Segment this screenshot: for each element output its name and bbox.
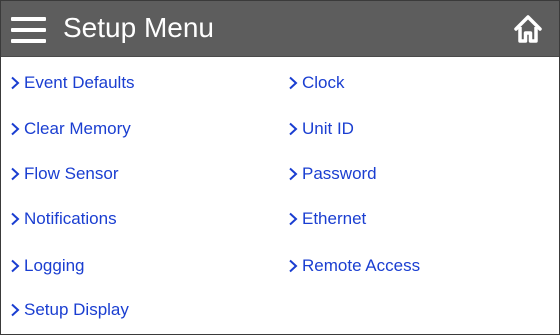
menu-item-label: Setup Display [24, 300, 129, 319]
menu-item-remote-access[interactable]: Remote Access [288, 255, 420, 277]
menu-item-setup-display[interactable]: Setup Display [10, 299, 129, 321]
chevron-right-icon [11, 259, 20, 273]
menu-item-clear-memory[interactable]: Clear Memory [10, 118, 131, 140]
menu-item-label: Event Defaults [24, 73, 135, 92]
menu-item-password[interactable]: Password [288, 163, 377, 185]
menu-item-label: Password [302, 164, 377, 183]
home-icon[interactable] [513, 14, 543, 44]
menu-item-label: Notifications [24, 209, 117, 228]
menu-item-label: Clock [302, 73, 345, 92]
hamburger-menu-icon[interactable] [11, 17, 46, 43]
chevron-right-icon [289, 167, 298, 181]
chevron-right-icon [289, 76, 298, 90]
page-title: Setup Menu [63, 12, 214, 43]
menu-item-label: Ethernet [302, 209, 367, 228]
chevron-right-icon [289, 212, 298, 226]
chevron-right-icon [11, 303, 20, 317]
menu-item-event-defaults[interactable]: Event Defaults [10, 72, 135, 94]
menu-item-label: Remote Access [302, 256, 421, 275]
menu-item-notifications[interactable]: Notifications [10, 208, 117, 230]
chevron-right-icon [11, 76, 20, 90]
menu-item-label: Logging [24, 256, 85, 275]
menu-item-label: Flow Sensor [24, 164, 119, 183]
menu-item-clock[interactable]: Clock [288, 72, 345, 94]
chevron-right-icon [11, 167, 20, 181]
menu-item-logging[interactable]: Logging [10, 255, 85, 277]
setup-menu-window: Setup Menu Event Defaults Clear Memory F… [0, 0, 560, 335]
menu-item-label: Clear Memory [24, 119, 131, 138]
chevron-right-icon [11, 212, 20, 226]
menu-item-unit-id[interactable]: Unit ID [288, 118, 354, 140]
chevron-right-icon [289, 122, 298, 136]
menu-item-flow-sensor[interactable]: Flow Sensor [10, 163, 118, 185]
chevron-right-icon [11, 122, 20, 136]
menu-item-ethernet[interactable]: Ethernet [288, 208, 366, 230]
chevron-right-icon [289, 259, 298, 273]
header-bar: Setup Menu [1, 1, 559, 57]
menu-item-label: Unit ID [302, 119, 354, 138]
